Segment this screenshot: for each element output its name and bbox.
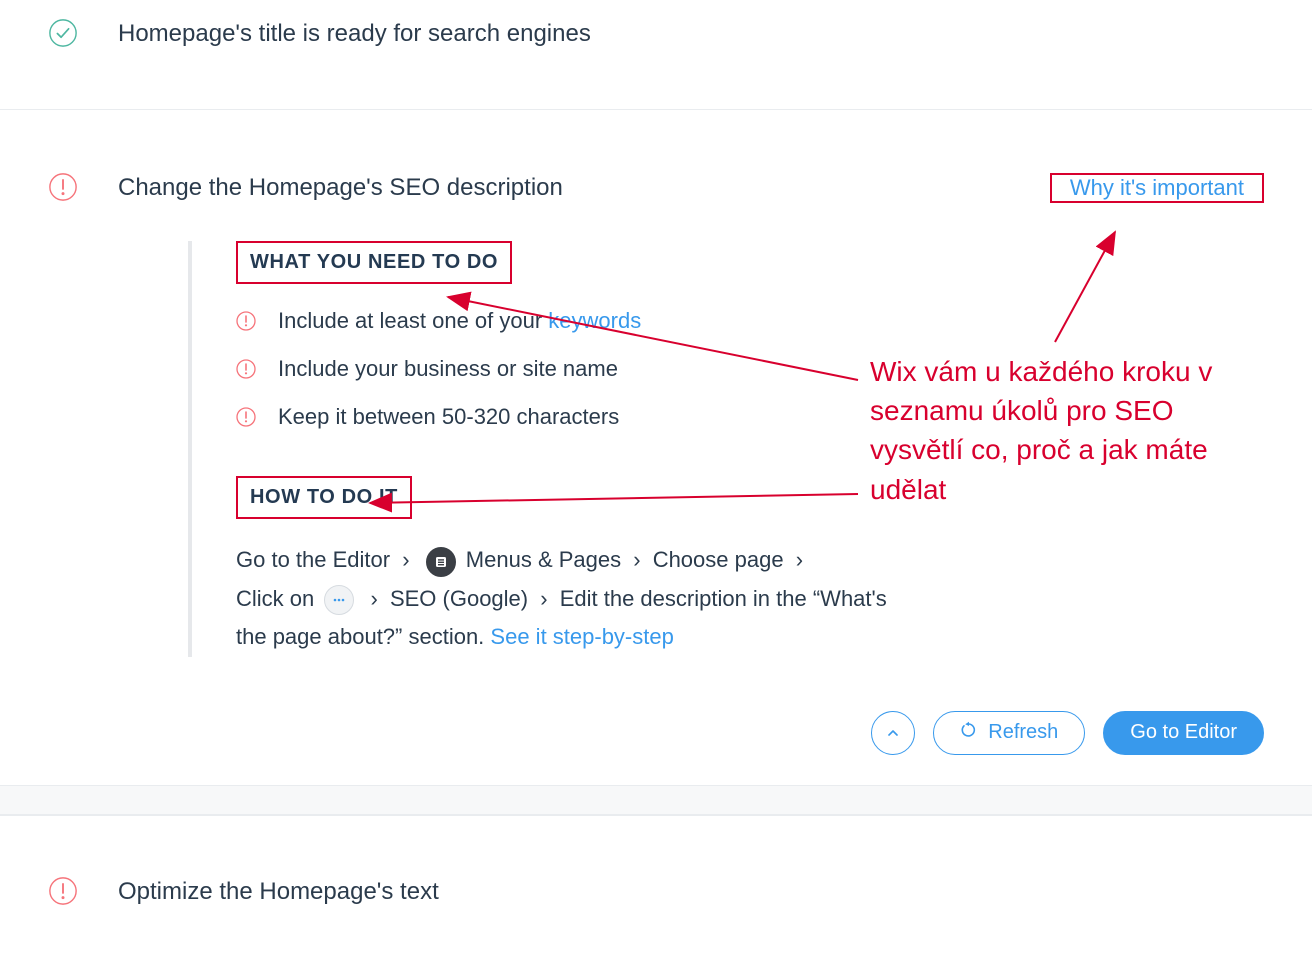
alert-circle-icon [48, 876, 78, 906]
check-circle-icon [48, 18, 78, 48]
section-separator [0, 785, 1312, 815]
alert-circle-icon [236, 311, 256, 331]
alert-circle-icon [236, 407, 256, 427]
seo-step-change-description: Change the Homepage's SEO description Wh… [0, 110, 1312, 693]
keywords-link[interactable]: keywords [548, 308, 641, 333]
step-title: Homepage's title is ready for search eng… [118, 18, 591, 49]
refresh-icon [960, 721, 978, 745]
how-to-do-it-section: HOW TO DO IT Go to the Editor › Menus & … [236, 476, 888, 657]
seo-step-title-ready[interactable]: Homepage's title is ready for search eng… [0, 0, 1312, 110]
need-item: Keep it between 50-320 characters [236, 404, 888, 430]
annotation-box-why: Why it's important [1050, 173, 1264, 203]
more-options-icon [324, 585, 354, 615]
alert-circle-icon [236, 359, 256, 379]
chevron-up-icon [886, 726, 900, 740]
step-title: Optimize the Homepage's text [118, 876, 439, 907]
alert-circle-icon [48, 172, 78, 202]
step-details: WHAT YOU NEED TO DO Include at least one… [188, 241, 888, 657]
need-item-text: Include at least one of your keywords [278, 308, 641, 334]
need-item-text: Keep it between 50-320 characters [278, 404, 619, 430]
need-item-text: Include your business or site name [278, 356, 618, 382]
what-you-need-heading: WHAT YOU NEED TO DO [236, 241, 512, 284]
menus-pages-icon [426, 547, 456, 577]
how-to-heading: HOW TO DO IT [236, 476, 412, 519]
need-item: Include at least one of your keywords [236, 308, 888, 334]
seo-step-optimize-text[interactable]: Optimize the Homepage's text [0, 815, 1312, 907]
why-important-link[interactable]: Why it's important [1052, 165, 1262, 210]
actions-bar: Refresh Go to Editor [0, 693, 1312, 785]
refresh-label: Refresh [988, 721, 1058, 744]
see-step-by-step-link[interactable]: See it step-by-step [490, 624, 673, 649]
how-to-text: Go to the Editor › Menus & Pages › Choos… [236, 541, 888, 657]
go-to-editor-label: Go to Editor [1130, 721, 1237, 744]
go-to-editor-button[interactable]: Go to Editor [1103, 711, 1264, 755]
what-you-need-section: WHAT YOU NEED TO DO Include at least one… [236, 241, 888, 430]
refresh-button[interactable]: Refresh [933, 711, 1085, 755]
need-item: Include your business or site name [236, 356, 888, 382]
collapse-button[interactable] [871, 711, 915, 755]
step-title: Change the Homepage's SEO description [118, 172, 1050, 203]
